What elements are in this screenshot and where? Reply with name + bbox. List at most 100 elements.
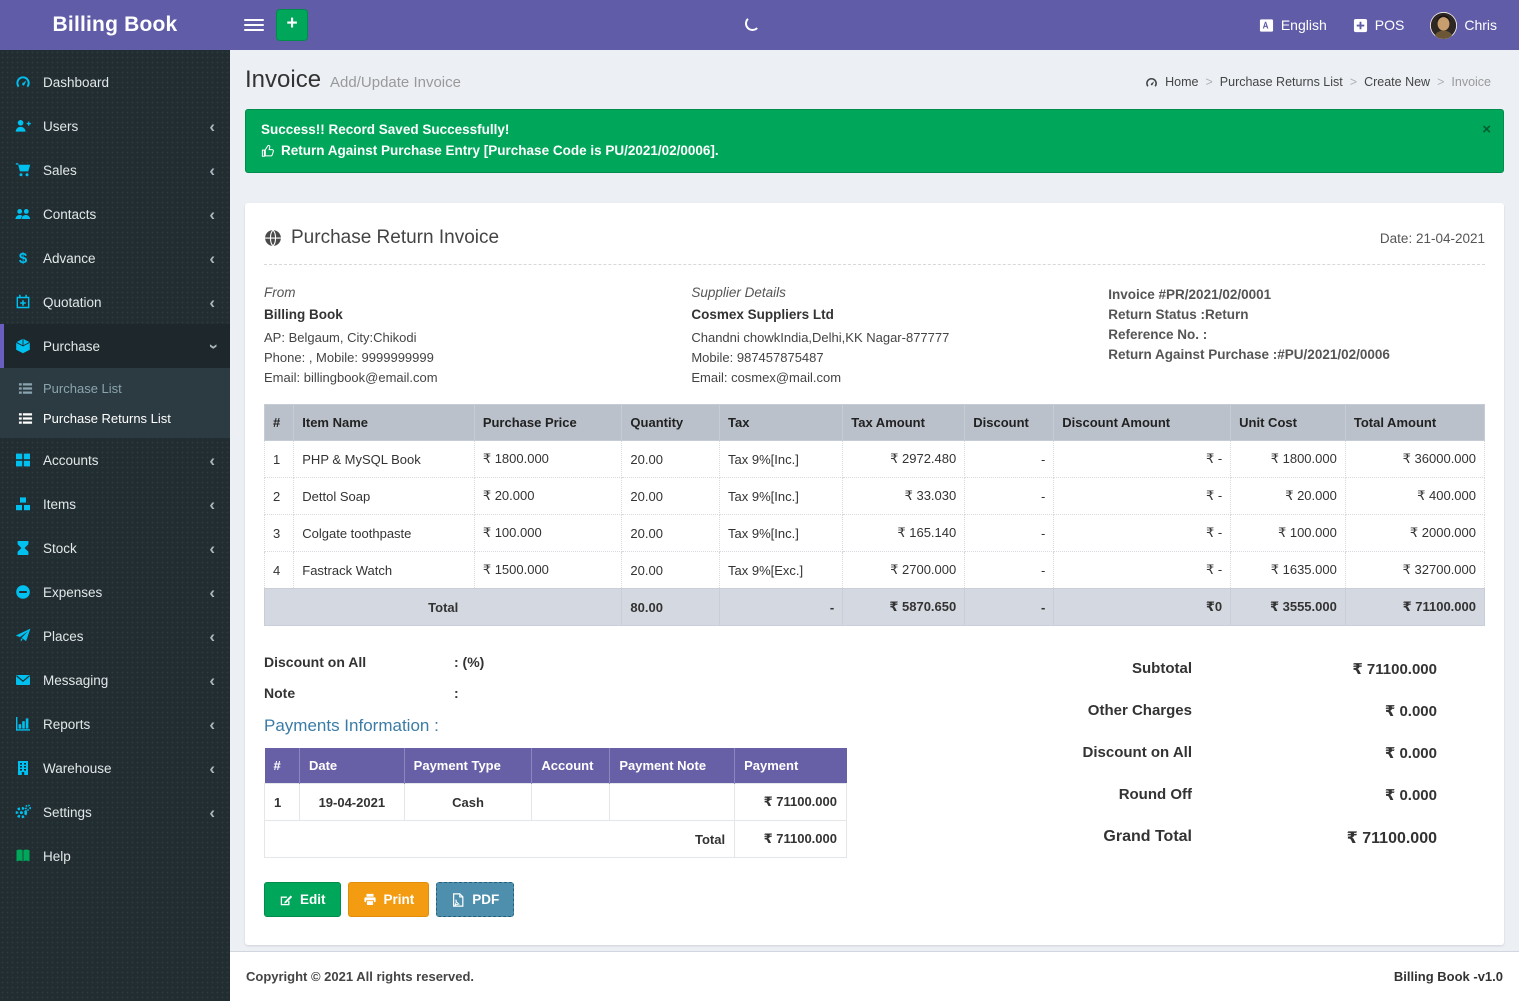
sidebar-item-messaging[interactable]: Messaging ‹: [0, 658, 230, 702]
invoice-number: Invoice #PR/2021/02/0001: [1108, 285, 1485, 305]
supplier-mobile: Mobile: 987457875487: [691, 348, 1094, 368]
sidebar-item-warehouse[interactable]: Warehouse‹: [0, 746, 230, 790]
app-logo[interactable]: Billing Book: [0, 0, 230, 50]
pay-col-date: Date: [299, 748, 404, 784]
supplier-email: Email: cosmex@mail.com: [691, 368, 1094, 388]
col-header-quantity: Quantity: [622, 405, 720, 441]
summary-grand-total-row: Grand Total ₹ 71100.000: [909, 828, 1437, 848]
breadcrumb-create-new[interactable]: Create New: [1364, 75, 1430, 89]
add-new-button[interactable]: +: [276, 9, 308, 41]
payments-table: # Date Payment Type Account Payment Note…: [264, 748, 847, 858]
breadcrumb-home[interactable]: Home: [1165, 75, 1198, 89]
pos-button[interactable]: POS: [1353, 17, 1405, 33]
print-button[interactable]: Print: [348, 882, 430, 917]
hourglass-icon: [15, 540, 31, 556]
chevron-left-icon: ‹: [209, 452, 215, 469]
paper-plane-icon: [15, 628, 31, 644]
sidebar-label: Messaging: [43, 673, 108, 688]
total-tax: -: [720, 589, 843, 626]
pay-col-note: Payment Note: [610, 748, 735, 784]
sidebar-item-reports[interactable]: Reports ‹: [0, 702, 230, 746]
sidebar-item-accounts[interactable]: Accounts‹: [0, 438, 230, 482]
item-1-quantity: 20.00: [622, 441, 720, 478]
sidebar-item-contacts[interactable]: Contacts‹: [0, 192, 230, 236]
edit-button[interactable]: Edit: [264, 882, 341, 917]
sidebar-item-help[interactable]: Help: [0, 834, 230, 878]
invoice-title: Purchase Return Invoice: [291, 227, 499, 249]
payments-header-row: # Date Payment Type Account Payment Note…: [265, 748, 847, 784]
footer-version: Billing Book -v1.0: [1394, 969, 1503, 984]
user-name: Chris: [1464, 17, 1497, 33]
sidebar-label: Purchase List: [43, 381, 122, 396]
summary-round-off-row: Round Off ₹ 0.000: [909, 786, 1437, 804]
discount-on-all-value: : (%): [454, 654, 484, 670]
sidebar-item-stock[interactable]: Stock‹: [0, 526, 230, 570]
discount-on-all-row: Discount on All : (%): [264, 654, 849, 670]
sidebar-item-purchase-list[interactable]: Purchase List: [0, 373, 230, 403]
col-header-total-amount: Total Amount: [1345, 405, 1484, 441]
chevron-left-icon: ‹: [209, 760, 215, 777]
sidebar-label: Users: [43, 119, 78, 134]
item-4-unit-cost: ₹ 1635.000: [1231, 552, 1346, 589]
pdf-button[interactable]: PDF: [436, 882, 514, 917]
item-row: 4 Fastrack Watch ₹ 1500.000 20.00 Tax 9%…: [265, 552, 1485, 589]
chevron-left-icon: ‹: [209, 584, 215, 601]
pay-col-payment: Payment: [735, 748, 847, 784]
chevron-left-icon: ‹: [209, 716, 215, 733]
printer-icon: [363, 893, 377, 907]
globe-icon: [264, 229, 282, 247]
sidebar-item-purchase[interactable]: Purchase‹: [0, 324, 230, 368]
cubes-icon: [15, 496, 31, 512]
invoice-card: Purchase Return Invoice Date: 21-04-2021…: [245, 203, 1504, 945]
note-row: Note :: [264, 685, 849, 701]
payment-row: 1 19-04-2021 Cash ₹ 71100.000: [265, 784, 847, 821]
sidebar-label: Reports: [43, 717, 90, 732]
item-4-tax-amount: ₹ 2700.000: [843, 552, 965, 589]
chevron-left-icon: ‹: [209, 250, 215, 267]
language-menu[interactable]: English: [1259, 17, 1327, 33]
grand-total-label: Grand Total: [909, 828, 1247, 848]
sidebar-label: Stock: [43, 541, 77, 556]
sidebar: Dashboard Users‹ Sales‹ Contacts‹ $ Adva…: [0, 50, 230, 1001]
item-2-index: 2: [265, 478, 294, 515]
items-table: # Item Name Purchase Price Quantity Tax …: [264, 404, 1485, 626]
sidebar-item-users[interactable]: Users‹: [0, 104, 230, 148]
item-1-discount: -: [965, 441, 1054, 478]
from-heading: From: [264, 285, 691, 300]
items-header-row: # Item Name Purchase Price Quantity Tax …: [265, 405, 1485, 441]
item-1-name: PHP & MySQL Book: [294, 441, 475, 478]
reference-no: Reference No. :: [1108, 325, 1485, 345]
col-header-purchase-price: Purchase Price: [474, 405, 622, 441]
breadcrumb-separator: >: [1205, 75, 1212, 89]
sidebar-item-settings[interactable]: Settings‹: [0, 790, 230, 834]
pos-label: POS: [1375, 17, 1405, 33]
thumbs-up-icon: [261, 144, 275, 158]
plus-square-icon: [1353, 18, 1368, 33]
sidebar-item-items[interactable]: Items‹: [0, 482, 230, 526]
chevron-left-icon: ‹: [209, 672, 215, 689]
sidebar-item-purchase-returns-list[interactable]: Purchase Returns List: [0, 403, 230, 433]
sidebar-item-sales[interactable]: Sales‹: [0, 148, 230, 192]
total-quantity: 80.00: [622, 589, 720, 626]
item-3-discount-amount: ₹ -: [1054, 515, 1231, 552]
col-header-tax-amount: Tax Amount: [843, 405, 965, 441]
item-3-total-amount: ₹ 2000.000: [1345, 515, 1484, 552]
round-off-label: Round Off: [909, 786, 1247, 804]
sidebar-item-expenses[interactable]: Expenses‹: [0, 570, 230, 614]
user-avatar: [1430, 12, 1457, 39]
sidebar-item-places[interactable]: Places‹: [0, 614, 230, 658]
round-off-value: ₹ 0.000: [1247, 786, 1437, 804]
item-row: 1 PHP & MySQL Book ₹ 1800.000 20.00 Tax …: [265, 441, 1485, 478]
sidebar-item-advance[interactable]: $ Advance‹: [0, 236, 230, 280]
user-menu[interactable]: Chris: [1430, 12, 1497, 39]
sidebar-item-dashboard[interactable]: Dashboard: [0, 60, 230, 104]
item-4-total-amount: ₹ 32700.000: [1345, 552, 1484, 589]
alert-close-icon[interactable]: ×: [1482, 122, 1491, 137]
loading-spinner-icon: [745, 16, 760, 31]
sidebar-item-quotation[interactable]: Quotation‹: [0, 280, 230, 324]
return-against-purchase: Return Against Purchase :#PU/2021/02/000…: [1108, 345, 1485, 365]
bar-chart-icon: [15, 716, 31, 732]
breadcrumb-purchase-returns-list[interactable]: Purchase Returns List: [1220, 75, 1343, 89]
payment-1-type: Cash: [404, 784, 532, 821]
sidebar-toggle-button[interactable]: [244, 19, 264, 31]
